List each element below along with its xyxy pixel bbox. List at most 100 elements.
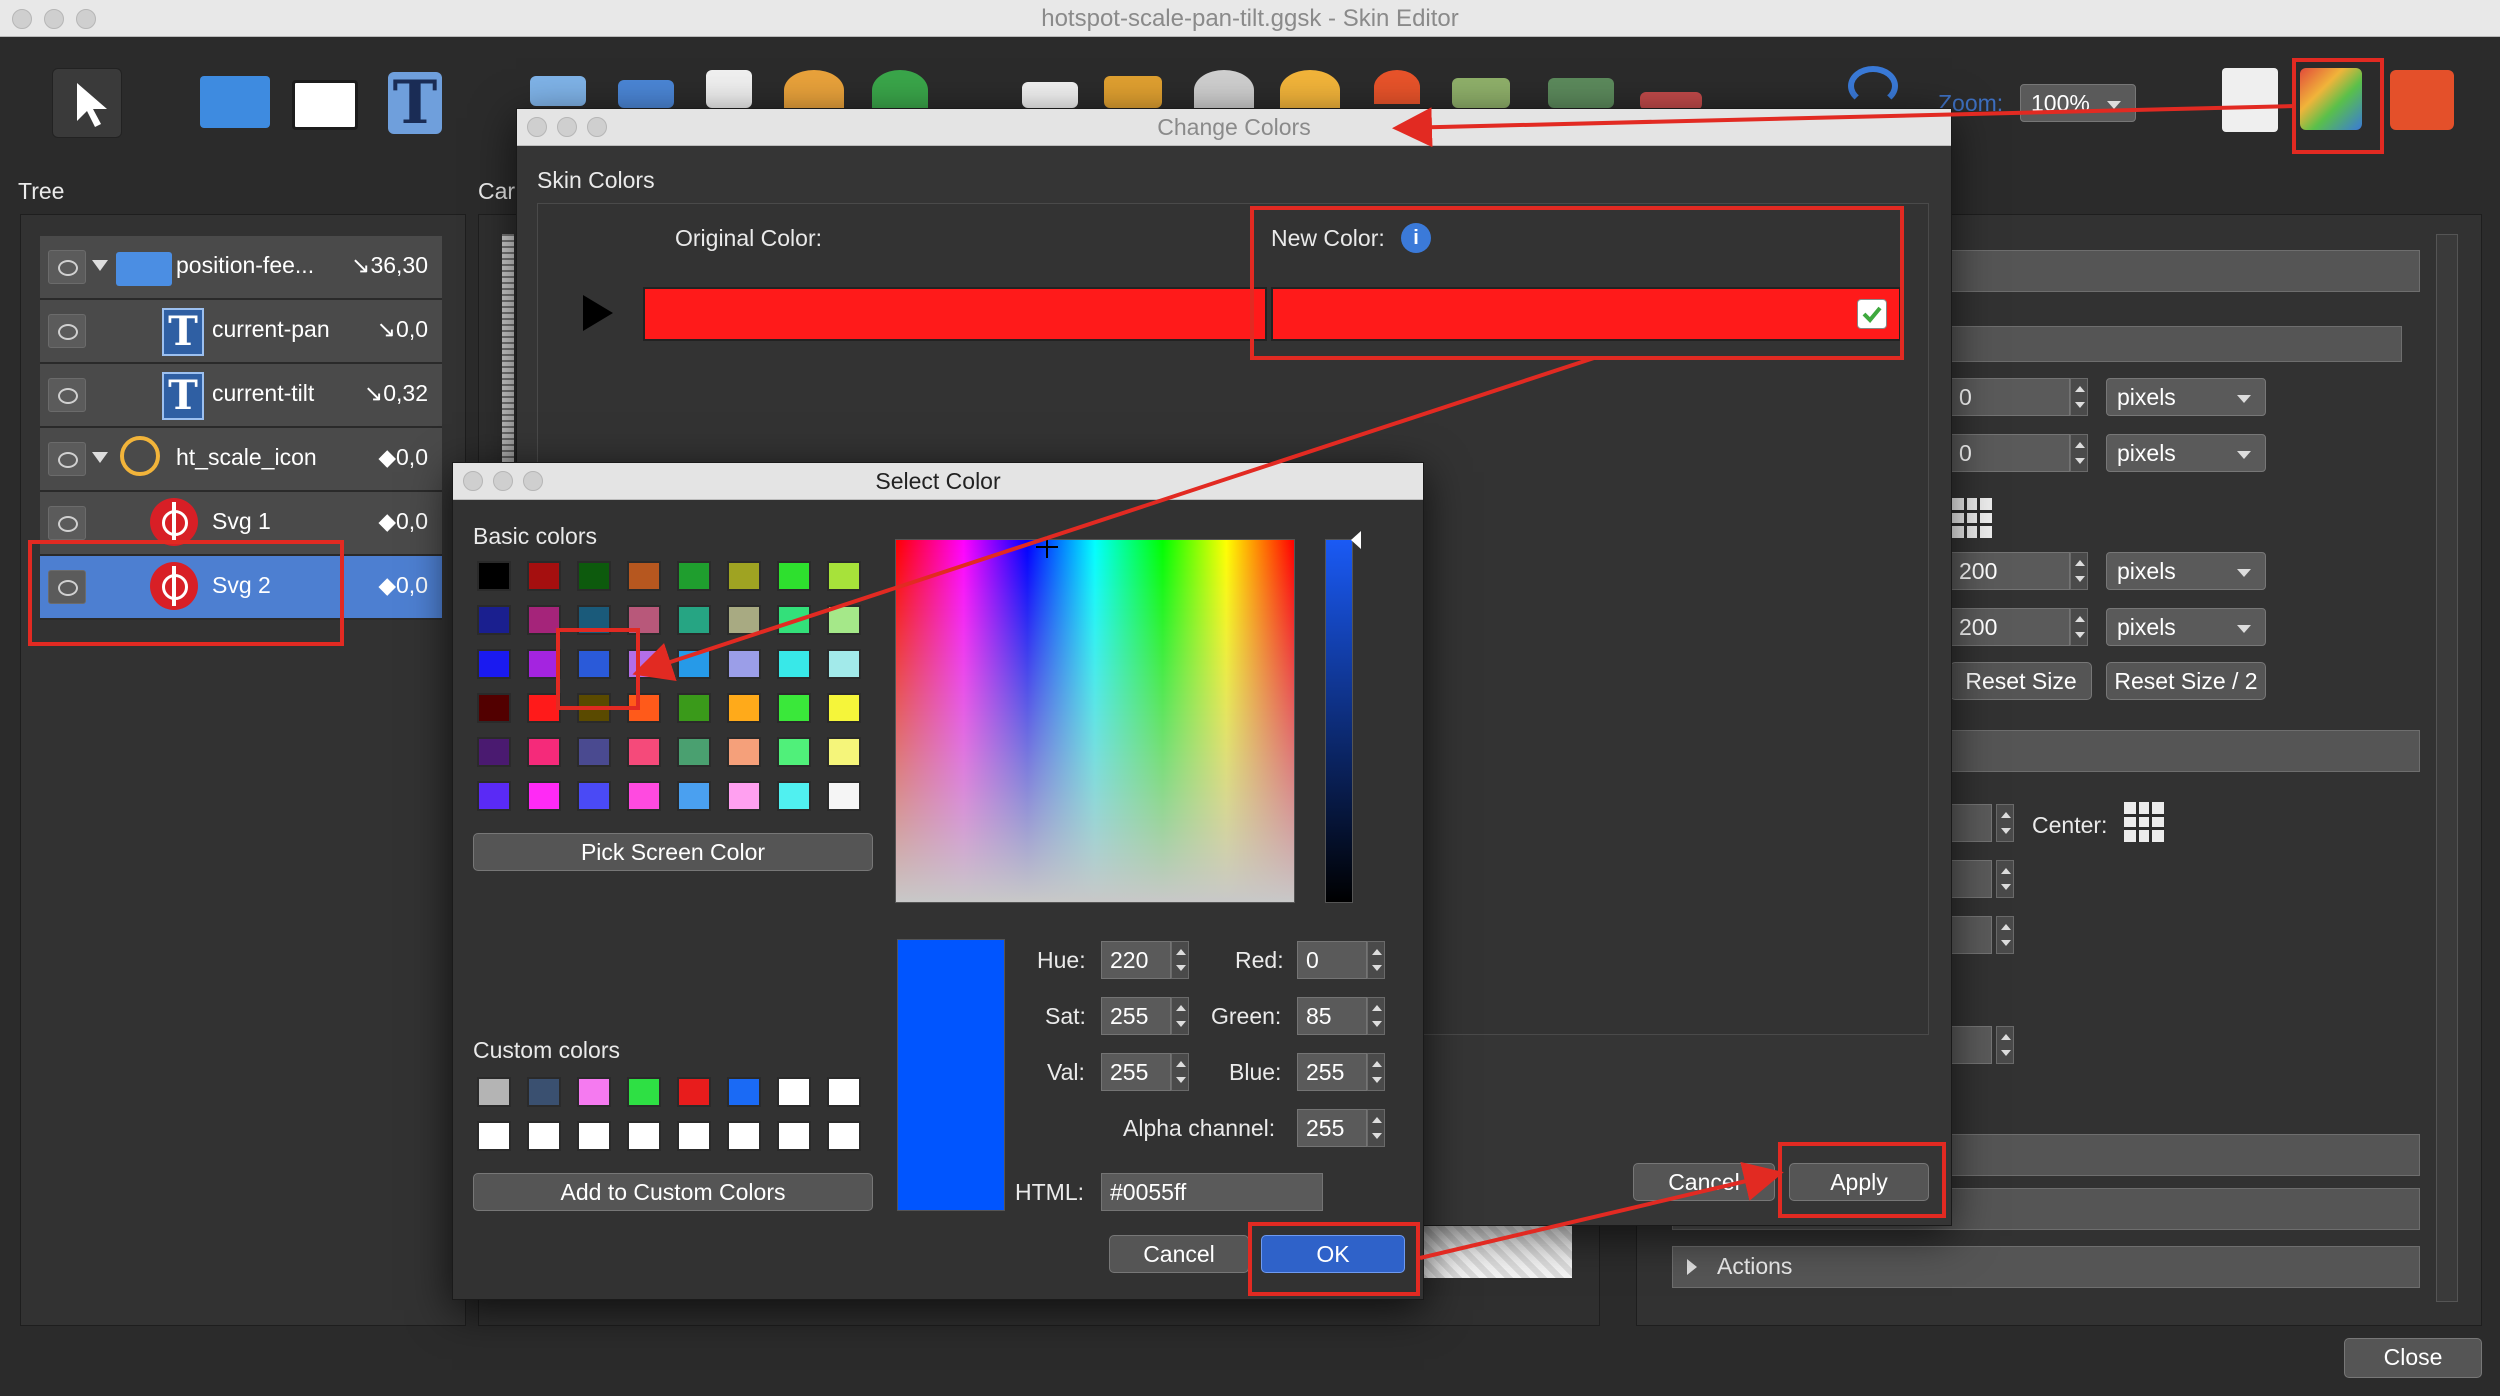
visibility-toggle-icon[interactable] [48, 250, 86, 284]
close-button[interactable]: Close [2344, 1338, 2482, 1378]
html-hex-field[interactable]: #0055ff [1101, 1173, 1323, 1211]
y-position-stepper[interactable] [2070, 434, 2088, 472]
green-field[interactable]: 85 [1297, 997, 1367, 1035]
color-swatch[interactable] [777, 781, 811, 811]
color-swatch[interactable] [677, 1121, 711, 1151]
color-swatch[interactable] [777, 1077, 811, 1107]
hue-stepper[interactable] [1171, 941, 1189, 979]
red-field[interactable]: 0 [1297, 941, 1367, 979]
color-swatch[interactable] [527, 605, 561, 635]
text-tool-icon[interactable]: T [388, 72, 442, 134]
property-field[interactable] [1950, 916, 1992, 954]
property-stepper[interactable] [1996, 1026, 2014, 1064]
folder-open-tool-icon[interactable] [618, 80, 674, 108]
blue-stepper[interactable] [1367, 1053, 1385, 1091]
hotspot-tool-icon[interactable] [1280, 70, 1340, 110]
color-swatch[interactable] [627, 737, 661, 767]
x-unit-select[interactable]: pixels [2106, 378, 2266, 416]
color-swatch[interactable] [677, 737, 711, 767]
color-swatch[interactable] [527, 649, 561, 679]
color-swatch[interactable] [677, 649, 711, 679]
property-stepper[interactable] [1996, 804, 2014, 842]
color-swatch[interactable] [627, 693, 661, 723]
color-swatch[interactable] [727, 649, 761, 679]
color-swatch[interactable] [727, 693, 761, 723]
search-doc-icon[interactable] [2222, 68, 2278, 132]
info-icon[interactable]: i [1401, 223, 1431, 253]
visibility-toggle-icon[interactable] [48, 570, 86, 604]
color-swatch[interactable] [777, 561, 811, 591]
visibility-toggle-icon[interactable] [48, 506, 86, 540]
color-swatch[interactable] [577, 1121, 611, 1151]
value-slider-handle-icon[interactable] [1351, 531, 1361, 549]
select-tool-icon[interactable] [52, 68, 122, 138]
visibility-toggle-icon[interactable] [48, 314, 86, 348]
height-unit-select[interactable]: pixels [2106, 608, 2266, 646]
color-swatch[interactable] [577, 737, 611, 767]
width-field[interactable]: 200 [1950, 552, 2070, 590]
change-colors-icon[interactable] [2300, 68, 2362, 130]
color-swatch[interactable] [577, 649, 611, 679]
image-tool-icon[interactable] [530, 76, 586, 106]
color-swatch[interactable] [727, 1077, 761, 1107]
color-swatch[interactable] [677, 781, 711, 811]
alpha-stepper[interactable] [1367, 1109, 1385, 1147]
alpha-field[interactable]: 255 [1297, 1109, 1367, 1147]
property-stepper[interactable] [1996, 860, 2014, 898]
rectangle-tool-icon[interactable] [292, 80, 358, 130]
tree-node[interactable]: Svg 1 ◆0,0 [40, 492, 442, 556]
property-field[interactable] [1950, 860, 1992, 898]
zoom-select[interactable]: 100% [2020, 84, 2136, 122]
globe-tool-icon[interactable] [784, 70, 844, 110]
color-swatch[interactable] [677, 1077, 711, 1107]
color-swatch[interactable] [627, 1077, 661, 1107]
undo-icon[interactable] [1848, 66, 1898, 106]
actions-section[interactable]: Actions [1672, 1246, 2420, 1288]
color-swatch[interactable] [527, 737, 561, 767]
color-swatch[interactable] [477, 693, 511, 723]
green-stepper[interactable] [1367, 997, 1385, 1035]
color-swatch[interactable] [827, 693, 861, 723]
tree-node[interactable]: position-fee... ↘36,30 [40, 236, 442, 300]
color-swatch[interactable] [827, 649, 861, 679]
color-swatch[interactable] [477, 737, 511, 767]
color-swatch[interactable] [677, 605, 711, 635]
play-row-icon[interactable] [583, 295, 613, 331]
sat-field[interactable]: 255 [1101, 997, 1171, 1035]
color-swatch[interactable] [527, 693, 561, 723]
color-swatch[interactable] [577, 781, 611, 811]
visibility-toggle-icon[interactable] [48, 378, 86, 412]
val-field[interactable]: 255 [1101, 1053, 1171, 1091]
value-slider[interactable] [1325, 539, 1353, 903]
reset-size-button[interactable]: Reset Size [1950, 662, 2092, 700]
color-spectrum[interactable] [895, 536, 1295, 903]
sat-stepper[interactable] [1171, 997, 1189, 1035]
tree-node-selected[interactable]: Svg 2 ◆0,0 [40, 556, 442, 620]
color-swatch[interactable] [777, 693, 811, 723]
color-swatch[interactable] [727, 561, 761, 591]
color-swatch[interactable] [827, 781, 861, 811]
new-color-checkbox[interactable] [1857, 299, 1887, 329]
width-stepper[interactable] [2070, 552, 2088, 590]
color-swatch[interactable] [627, 1121, 661, 1151]
color-swatch[interactable] [477, 649, 511, 679]
add-to-custom-colors-button[interactable]: Add to Custom Colors [473, 1173, 873, 1211]
tools-icon[interactable] [2390, 70, 2454, 130]
color-swatch[interactable] [477, 605, 511, 635]
color-swatch[interactable] [727, 605, 761, 635]
tree-node[interactable]: T current-pan ↘0,0 [40, 300, 442, 364]
height-stepper[interactable] [2070, 608, 2088, 646]
center-grid-icon[interactable] [2124, 802, 2164, 842]
color-swatch[interactable] [627, 781, 661, 811]
video-tool-icon[interactable] [1548, 78, 1614, 108]
visibility-toggle-icon[interactable] [48, 442, 86, 476]
width-unit-select[interactable]: pixels [2106, 552, 2266, 590]
color-swatch[interactable] [677, 693, 711, 723]
tree-node[interactable]: T current-tilt ↘0,32 [40, 364, 442, 428]
color-swatch[interactable] [527, 561, 561, 591]
color-swatch[interactable] [727, 1121, 761, 1151]
expand-arrow-icon[interactable] [92, 260, 108, 271]
height-field[interactable]: 200 [1950, 608, 2070, 646]
color-swatch[interactable] [827, 737, 861, 767]
color-swatch[interactable] [577, 1077, 611, 1107]
